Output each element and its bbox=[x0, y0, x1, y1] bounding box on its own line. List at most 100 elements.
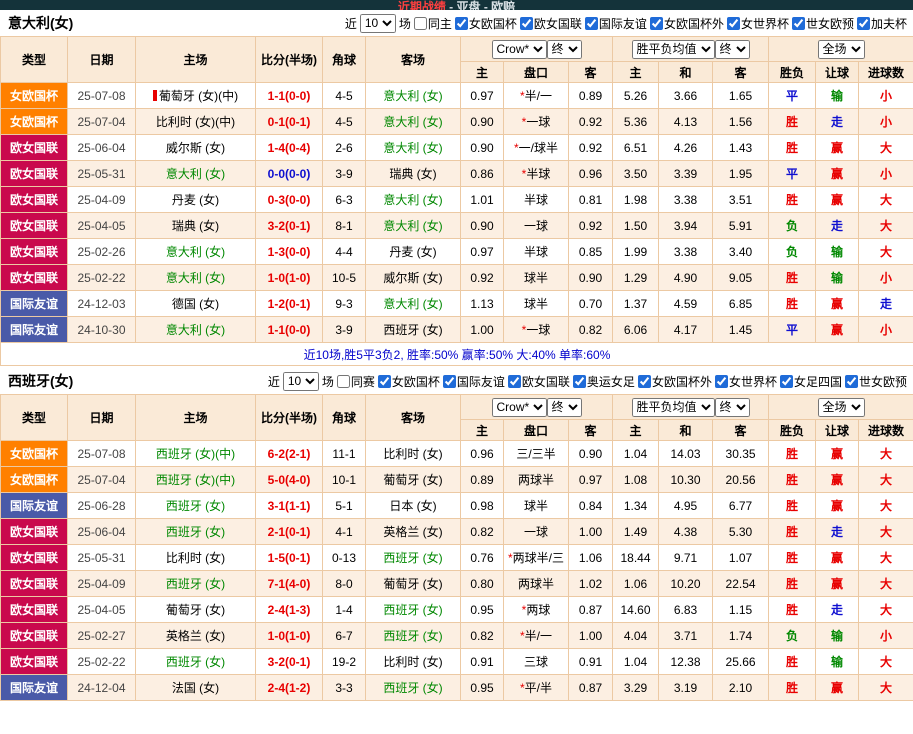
final-odds-select[interactable]: 终 bbox=[546, 397, 582, 417]
avg-away: 3.51 bbox=[712, 186, 770, 213]
competition-filter-input[interactable] bbox=[779, 374, 793, 388]
final-avg-select[interactable]: 终 bbox=[714, 397, 750, 417]
score: 2-1(0-1) bbox=[255, 518, 323, 545]
sub-col-avg-home: 主 bbox=[612, 419, 660, 441]
result-goals: 大 bbox=[858, 212, 913, 239]
corners: 3-9 bbox=[322, 316, 366, 343]
competition-filter-input[interactable] bbox=[377, 374, 391, 388]
top-nav-bar: 近期战绩 - 亚盘 - 欧赔 bbox=[0, 0, 913, 10]
bookmaker-select[interactable]: Crow* bbox=[491, 39, 547, 59]
competition-filter[interactable]: 欧女国联 bbox=[507, 373, 570, 390]
score: 1-0(1-0) bbox=[255, 622, 323, 649]
bookmaker-select[interactable]: Crow* bbox=[491, 397, 547, 417]
competition-filter-input[interactable] bbox=[454, 16, 468, 30]
competition-filter[interactable]: 女世界杯 bbox=[726, 15, 789, 32]
handicap: 球半 bbox=[503, 492, 569, 519]
same-home-checkbox-input[interactable] bbox=[413, 16, 427, 30]
corners: 8-1 bbox=[322, 212, 366, 239]
competition-filter[interactable]: 世女欧预 bbox=[791, 15, 854, 32]
result-goals: 大 bbox=[858, 186, 913, 213]
same-competition-checkbox[interactable]: 同赛 bbox=[336, 373, 375, 390]
competition-filter-input[interactable] bbox=[442, 374, 456, 388]
competition-filter-input[interactable] bbox=[726, 16, 740, 30]
final-avg-select[interactable]: 终 bbox=[714, 39, 750, 59]
result-wdl: 胜 bbox=[768, 596, 817, 623]
competition-filter[interactable]: 女欧国杯 bbox=[454, 15, 517, 32]
competition-filter-input[interactable] bbox=[714, 374, 728, 388]
away-team: 意大利 (女) bbox=[365, 134, 461, 161]
wdl-average-select[interactable]: 胜平负均值 bbox=[631, 39, 715, 59]
match-date: 25-06-28 bbox=[67, 492, 136, 519]
competition-filter-input[interactable] bbox=[584, 16, 598, 30]
competition-filter[interactable]: 女世界杯 bbox=[714, 373, 777, 390]
away-team: 西班牙 (女) bbox=[365, 622, 461, 649]
wdl-average-select[interactable]: 胜平负均值 bbox=[631, 397, 715, 417]
match-date: 25-07-04 bbox=[67, 466, 136, 493]
competition-filter[interactable]: 女欧国杯外 bbox=[637, 373, 712, 390]
corners: 4-5 bbox=[322, 82, 366, 109]
result-goals: 小 bbox=[858, 108, 913, 135]
competition-filter-input[interactable] bbox=[844, 374, 858, 388]
games-count-select[interactable]: 10 bbox=[282, 371, 319, 391]
competition-badge: 女欧国杯 bbox=[0, 108, 68, 135]
match-date: 25-05-31 bbox=[67, 544, 136, 571]
avg-draw: 3.39 bbox=[658, 160, 714, 187]
competition-filter[interactable]: 欧女国联 bbox=[519, 15, 582, 32]
away-team: 意大利 (女) bbox=[365, 108, 461, 135]
result-goals: 走 bbox=[858, 290, 913, 317]
competition-filter-input[interactable] bbox=[519, 16, 533, 30]
score: 0-3(0-0) bbox=[255, 186, 323, 213]
competition-filter-input[interactable] bbox=[637, 374, 651, 388]
avg-draw: 9.71 bbox=[658, 544, 714, 571]
fulltime-group-header: 全场 bbox=[768, 394, 913, 420]
avg-draw: 4.59 bbox=[658, 290, 714, 317]
competition-filter[interactable]: 女足四国 bbox=[779, 373, 842, 390]
odds-away: 0.70 bbox=[567, 290, 614, 317]
corners: 10-5 bbox=[322, 264, 366, 291]
competition-filter-input[interactable] bbox=[649, 16, 663, 30]
score: 3-1(1-1) bbox=[255, 492, 323, 519]
competition-badge: 欧女国联 bbox=[0, 570, 68, 597]
avg-away: 1.65 bbox=[712, 82, 770, 109]
match-row: 欧女国联 25-02-22 西班牙 (女) 3-2(0-1) 19-2 比利时 (女) 0.… bbox=[0, 648, 913, 675]
competition-filter[interactable]: 女欧国杯 bbox=[377, 373, 440, 390]
away-favorite-asterisk: * bbox=[521, 115, 527, 129]
competition-filter-input[interactable] bbox=[791, 16, 805, 30]
same-home-label: 同主 bbox=[427, 16, 452, 31]
avg-away: 1.15 bbox=[712, 596, 770, 623]
odds-away: 0.92 bbox=[567, 108, 614, 135]
result-wdl: 胜 bbox=[768, 264, 817, 291]
away-favorite-asterisk: * bbox=[513, 141, 519, 155]
fulltime-select[interactable]: 全场 bbox=[817, 39, 865, 59]
match-row: 欧女国联 25-02-22 意大利 (女) 1-0(1-0) 10-5 威尔斯 (女) 0.… bbox=[0, 264, 913, 291]
competition-filter[interactable]: 奥运女足 bbox=[572, 373, 635, 390]
same-home-checkbox[interactable]: 同主 bbox=[413, 15, 452, 32]
avg-draw: 4.95 bbox=[658, 492, 714, 519]
odds-away: 0.90 bbox=[567, 440, 614, 467]
handicap: 半球 bbox=[503, 186, 569, 213]
same-competition-checkbox-input[interactable] bbox=[336, 374, 350, 388]
asian-odds-group-header: Crow* 终 bbox=[459, 394, 614, 420]
result-goals: 小 bbox=[858, 160, 913, 187]
games-count-select[interactable]: 10 bbox=[359, 13, 396, 33]
competition-filter[interactable]: 加夫杯 bbox=[856, 15, 907, 32]
match-row: 女欧国杯 25-07-08 西班牙 (女)(中) 6-2(2-1) 11-1 比利时 (女… bbox=[0, 440, 913, 467]
match-row: 欧女国联 25-04-05 瑞典 (女) 3-2(0-1) 8-1 意大利 (女) 0.90… bbox=[0, 212, 913, 239]
competition-filter-input[interactable] bbox=[856, 16, 870, 30]
competition-filter[interactable]: 女欧国杯外 bbox=[649, 15, 724, 32]
final-odds-select[interactable]: 终 bbox=[546, 39, 582, 59]
avg-away: 5.91 bbox=[712, 212, 770, 239]
competition-filter[interactable]: 世女欧预 bbox=[844, 373, 907, 390]
competition-filter[interactable]: 国际友谊 bbox=[584, 15, 647, 32]
odds-home: 1.01 bbox=[460, 186, 504, 213]
avg-home: 1.50 bbox=[612, 212, 660, 239]
result-goals: 大 bbox=[858, 466, 913, 493]
competition-filter-input[interactable] bbox=[507, 374, 521, 388]
avg-home: 1.04 bbox=[612, 648, 660, 675]
result-goals: 大 bbox=[858, 492, 913, 519]
fulltime-select[interactable]: 全场 bbox=[817, 397, 865, 417]
asian-odds-group-header: Crow* 终 bbox=[459, 36, 614, 62]
competition-filter[interactable]: 国际友谊 bbox=[442, 373, 505, 390]
competition-filter-input[interactable] bbox=[572, 374, 586, 388]
match-row: 国际友谊 24-12-03 德国 (女) 1-2(0-1) 9-3 意大利 (女) 1.13… bbox=[0, 290, 913, 317]
